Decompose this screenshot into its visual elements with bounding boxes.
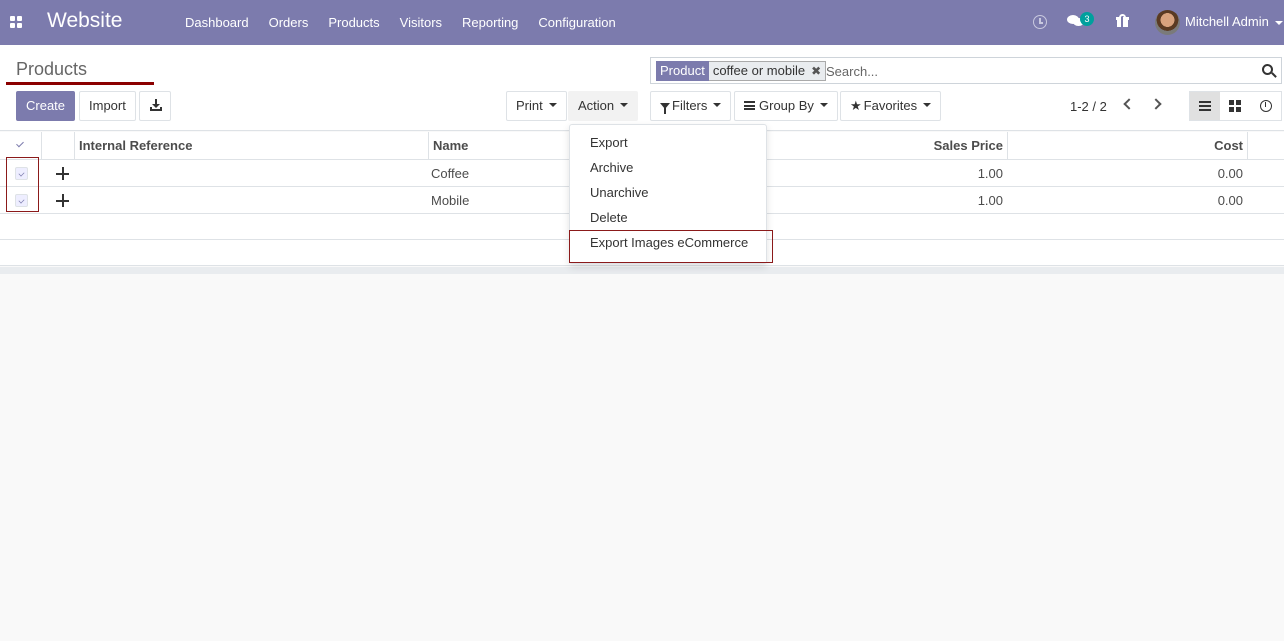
app-brand: Website bbox=[47, 9, 123, 32]
row-internal-reference bbox=[78, 160, 418, 187]
title-highlight-underline bbox=[6, 82, 154, 85]
pager-value[interactable]: 1-2 / 2 bbox=[1070, 99, 1107, 114]
groupby-label: Group By bbox=[759, 98, 814, 113]
favorites-label: Favorites bbox=[863, 98, 918, 113]
group-bars-icon bbox=[744, 101, 755, 111]
list-icon bbox=[1199, 101, 1212, 111]
pager-next-icon[interactable] bbox=[1150, 98, 1162, 110]
drag-handle-icon[interactable] bbox=[56, 167, 69, 180]
page-title: Products bbox=[16, 59, 88, 79]
menu-item-orders[interactable]: Orders bbox=[259, 0, 319, 45]
row-sales-price: 1.00 bbox=[977, 193, 1003, 208]
menu-item-products[interactable]: Products bbox=[318, 0, 389, 45]
search-icon[interactable] bbox=[1262, 64, 1277, 78]
optional-columns-cell[interactable] bbox=[1247, 132, 1284, 160]
download-icon bbox=[150, 99, 162, 111]
print-label: Print bbox=[516, 98, 543, 113]
activity-clock-icon[interactable] bbox=[1033, 15, 1047, 29]
menu-item-reporting[interactable]: Reporting bbox=[452, 0, 528, 45]
filters-button[interactable]: Filters bbox=[650, 91, 732, 121]
kanban-icon bbox=[1229, 100, 1242, 112]
import-button[interactable]: Import bbox=[79, 91, 136, 121]
caret-down-icon bbox=[548, 102, 557, 107]
handle-column-header bbox=[41, 132, 74, 160]
create-button[interactable]: Create bbox=[16, 91, 76, 121]
apps-menu-icon[interactable] bbox=[10, 16, 22, 28]
action-button[interactable]: Action bbox=[568, 91, 639, 121]
caret-down-icon bbox=[819, 102, 828, 107]
control-panel: Products Create Import Print Action Prod… bbox=[0, 45, 1284, 131]
top-navbar: Website Dashboard Orders Products Visito… bbox=[0, 0, 1284, 45]
facet-remove-icon[interactable]: ✖ bbox=[811, 62, 821, 80]
row-internal-reference bbox=[78, 187, 418, 214]
row-sales-price: 1.00 bbox=[977, 166, 1003, 181]
star-icon: ★ bbox=[850, 98, 862, 113]
filters-label: Filters bbox=[672, 98, 708, 113]
groupby-button[interactable]: Group By bbox=[734, 91, 838, 121]
select-all-cell[interactable] bbox=[0, 132, 41, 160]
kanban-view-button[interactable] bbox=[1220, 92, 1251, 120]
facet-category: Product bbox=[656, 61, 709, 81]
menu-item-configuration[interactable]: Configuration bbox=[528, 0, 625, 45]
row-cost: 0.00 bbox=[1217, 166, 1243, 181]
menu-item-visitors[interactable]: Visitors bbox=[390, 0, 452, 45]
action-label: Action bbox=[578, 98, 615, 113]
row-cost: 0.00 bbox=[1217, 193, 1243, 208]
caret-down-icon bbox=[620, 102, 629, 107]
activity-icon bbox=[1259, 100, 1272, 112]
user-name[interactable]: Mitchell Admin bbox=[1185, 14, 1269, 29]
menu-item-export[interactable]: Export bbox=[590, 135, 628, 150]
menu-item-unarchive[interactable]: Unarchive bbox=[590, 185, 649, 200]
pager-previous-icon[interactable] bbox=[1123, 98, 1135, 110]
list-view-button[interactable] bbox=[1190, 92, 1221, 120]
main-menu: Dashboard Orders Products Visitors Repor… bbox=[175, 0, 626, 45]
caret-down-icon bbox=[923, 102, 932, 107]
drag-handle-icon[interactable] bbox=[56, 194, 69, 207]
facet-value-text: coffee or mobile bbox=[712, 63, 806, 78]
user-menu-caret-icon[interactable] bbox=[1275, 21, 1283, 25]
select-all-check-icon[interactable] bbox=[17, 140, 25, 148]
search-input[interactable] bbox=[826, 61, 1246, 81]
chat-count-badge: 3 bbox=[1080, 12, 1094, 26]
menu-item-archive[interactable]: Archive bbox=[590, 160, 633, 175]
column-internal-reference[interactable]: Internal Reference bbox=[74, 132, 428, 160]
export-images-highlight bbox=[569, 230, 773, 263]
menu-item-dashboard[interactable]: Dashboard bbox=[175, 0, 259, 45]
search-bar: Product coffee or mobile ✖ bbox=[650, 57, 1282, 84]
user-avatar[interactable] bbox=[1155, 10, 1180, 35]
menu-item-delete[interactable]: Delete bbox=[590, 210, 628, 225]
activity-view-button[interactable] bbox=[1250, 92, 1281, 120]
download-button[interactable] bbox=[139, 91, 171, 121]
favorites-button[interactable]: ★ Favorites bbox=[840, 91, 942, 121]
column-cost[interactable]: Cost bbox=[1007, 132, 1247, 160]
print-button[interactable]: Print bbox=[506, 91, 567, 121]
table-footer bbox=[0, 267, 1284, 274]
view-switcher bbox=[1189, 91, 1282, 121]
caret-down-icon bbox=[713, 102, 722, 107]
column-sales-price[interactable]: Sales Price bbox=[768, 132, 1007, 160]
facet-value: coffee or mobile ✖ bbox=[708, 61, 827, 81]
filter-icon bbox=[660, 103, 670, 114]
search-facet: Product coffee or mobile ✖ bbox=[656, 61, 827, 81]
selected-checkboxes-highlight bbox=[6, 157, 39, 212]
gift-icon[interactable] bbox=[1116, 14, 1129, 27]
